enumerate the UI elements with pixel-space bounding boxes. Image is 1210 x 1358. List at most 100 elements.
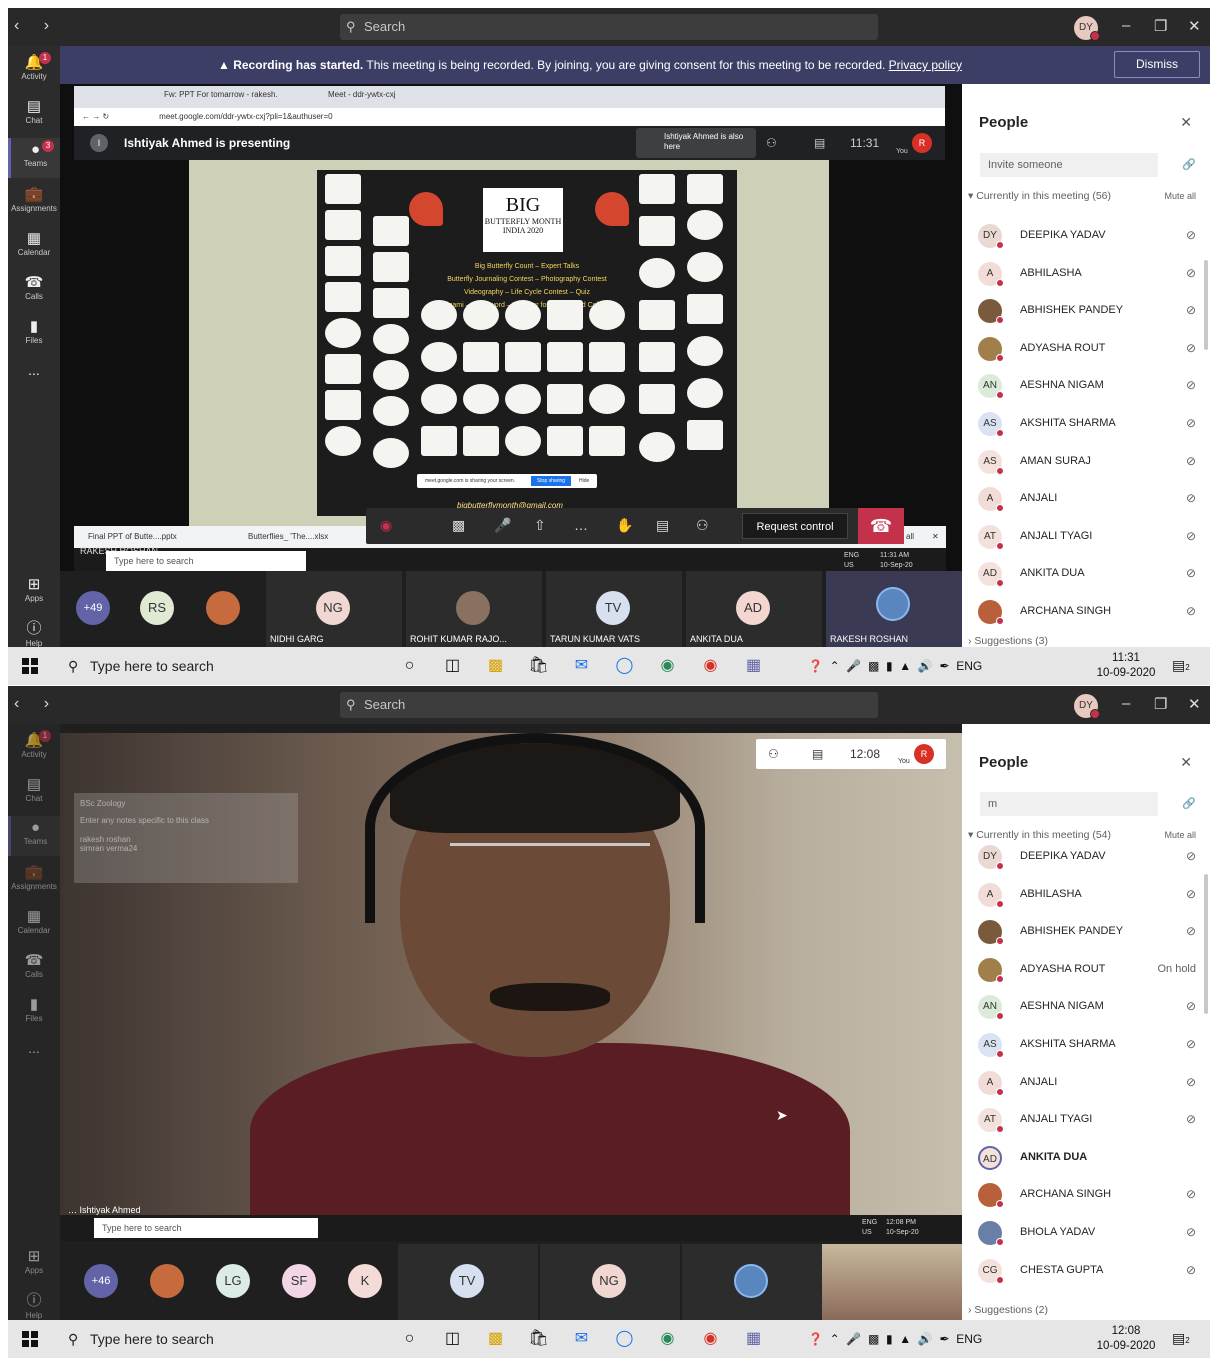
rail-chat[interactable]: ▤ Chat: [8, 94, 60, 134]
raise-hand-icon[interactable]: ✋: [616, 517, 633, 534]
participant-row[interactable]: AD ANKITA DUA ⊘: [976, 556, 1196, 593]
participant-row[interactable]: ABHISHEK PANDEY ⊘: [976, 914, 1196, 951]
people-icon[interactable]: ⚇: [768, 739, 779, 769]
participant-row[interactable]: A ANJALI ⊘: [976, 1065, 1196, 1102]
more-participants-badge[interactable]: +46: [84, 1264, 118, 1298]
taskbar-search[interactable]: ⚲ Type here to search: [60, 1320, 360, 1358]
mic-tray-icon[interactable]: 🎤: [846, 1332, 861, 1346]
windows-start-icon[interactable]: [22, 658, 38, 674]
people-icon[interactable]: ⚇: [766, 126, 777, 160]
cortana-icon[interactable]: ○: [388, 647, 431, 685]
mic-muted-icon[interactable]: ⊘: [1186, 1075, 1196, 1089]
rail-more[interactable]: ...: [8, 362, 60, 402]
mic-off-icon[interactable]: 🎤: [494, 517, 511, 534]
participant-row[interactable]: DY DEEPIKA YADAV ⊘: [976, 218, 1196, 255]
mic-muted-icon[interactable]: ⊘: [1186, 887, 1196, 901]
search-input[interactable]: ⚲ Search: [340, 14, 878, 40]
mic-muted-icon[interactable]: ⊘: [1186, 1225, 1196, 1239]
battery-icon[interactable]: ▮: [886, 1332, 893, 1346]
mic-muted-icon[interactable]: ⊘: [1186, 416, 1196, 430]
show-all-link[interactable]: all: [906, 526, 914, 548]
privacy-policy-link[interactable]: Privacy policy: [889, 58, 962, 72]
participant-row[interactable]: AD ANKITA DUA: [976, 1140, 1196, 1177]
participant-row[interactable]: ADYASHA ROUT ⊘: [976, 331, 1196, 368]
restore-icon[interactable]: ❐: [1154, 17, 1167, 35]
more-options-icon[interactable]: …: [574, 517, 588, 533]
participant-row[interactable]: AT ANJALI TYAGI ⊘: [976, 519, 1196, 556]
mic-muted-icon[interactable]: ⊘: [1186, 378, 1196, 392]
request-control-button[interactable]: Request control: [742, 513, 848, 539]
rail-apps[interactable]: ⊞ Apps: [8, 1244, 60, 1284]
mic-muted-icon[interactable]: ⊘: [1186, 341, 1196, 355]
close-panel-icon[interactable]: ✕: [1180, 114, 1192, 131]
chat-bubble-icon[interactable]: ▤: [814, 126, 825, 160]
notification-icon[interactable]: ▤2: [1172, 657, 1190, 674]
mic-muted-icon[interactable]: ⊘: [1186, 491, 1196, 505]
chevron-up-icon[interactable]: ⌃: [830, 1332, 840, 1346]
rail-teams[interactable]: ● Teams: [8, 816, 60, 856]
participant-row[interactable]: ARCHANA SINGH ⊘: [976, 1177, 1196, 1214]
chrome-icon[interactable]: ◉: [689, 647, 732, 685]
close-icon[interactable]: ✕: [1188, 17, 1201, 35]
chevron-up-icon[interactable]: ⌃: [830, 659, 840, 673]
rail-calendar[interactable]: ▦ Calendar: [8, 904, 60, 944]
participant-row[interactable]: A ABHILASHA ⊘: [976, 256, 1196, 293]
rail-files[interactable]: ▮ Files: [8, 992, 60, 1032]
edge-legacy-icon[interactable]: ◯: [603, 1320, 646, 1358]
participant-row[interactable]: A ABHILASHA ⊘: [976, 877, 1196, 914]
camera-off-icon[interactable]: ▩: [452, 517, 465, 534]
user-avatar[interactable]: DY: [1074, 16, 1100, 41]
teams-app-icon[interactable]: ▦: [732, 647, 775, 685]
share-icon[interactable]: ⇧: [534, 517, 546, 534]
rail-chat[interactable]: ▤ Chat: [8, 772, 60, 812]
download-item-xlsx[interactable]: Butterflies_ 'The....xlsx: [248, 526, 328, 548]
mic-tray-icon[interactable]: 🎤: [846, 659, 861, 673]
nav-icons[interactable]: ← → ↻: [82, 112, 109, 121]
mic-muted-icon[interactable]: ⊘: [1186, 529, 1196, 543]
mic-muted-icon[interactable]: ⊘: [1186, 924, 1196, 938]
restore-icon[interactable]: ❐: [1154, 695, 1167, 713]
wifi-icon[interactable]: ▲: [899, 659, 911, 673]
address-bar[interactable]: ← → ↻ meet.google.com/ddr-ywtx-cxj?pli=1&…: [74, 108, 945, 126]
participant-row[interactable]: ADYASHA ROUT On hold: [976, 952, 1196, 989]
participants-icon[interactable]: ⚇: [696, 517, 709, 534]
mic-muted-icon[interactable]: ⊘: [1186, 303, 1196, 317]
mic-muted-icon[interactable]: ⊘: [1186, 849, 1196, 863]
rail-files[interactable]: ▮ Files: [8, 314, 60, 354]
participant-row[interactable]: ABHISHEK PANDEY ⊘: [976, 293, 1196, 330]
participant-row[interactable]: AN AESHNA NIGAM ⊘: [976, 989, 1196, 1026]
task-view-icon[interactable]: ◫: [431, 1320, 474, 1358]
rail-calls[interactable]: ☎ Calls: [8, 948, 60, 988]
rail-calendar[interactable]: ▦ Calendar: [8, 226, 60, 266]
close-panel-icon[interactable]: ✕: [1180, 754, 1192, 771]
share-link-icon[interactable]: 🔗: [1182, 158, 1196, 171]
pen-icon[interactable]: ✒: [939, 1332, 949, 1346]
stop-sharing-button[interactable]: Stop sharing: [531, 476, 571, 486]
rail-teams[interactable]: ● 3 Teams: [8, 138, 60, 178]
close-icon[interactable]: ✕: [1188, 695, 1201, 713]
participant-row[interactable]: AS AMAN SURAJ ⊘: [976, 444, 1196, 481]
mic-muted-icon[interactable]: ⊘: [1186, 604, 1196, 618]
pen-icon[interactable]: ✒: [939, 659, 949, 673]
file-explorer-icon[interactable]: ▩: [474, 1320, 517, 1358]
language-indicator[interactable]: ENG: [956, 659, 982, 673]
rail-assignments[interactable]: 💼 Assignments: [8, 182, 60, 222]
cortana-icon[interactable]: ○: [388, 1320, 431, 1358]
task-view-icon[interactable]: ◫: [431, 647, 474, 685]
participant-row[interactable]: ARCHANA SINGH ⊘: [976, 594, 1196, 631]
edge-icon[interactable]: ◉: [646, 647, 689, 685]
scrollbar[interactable]: [1204, 260, 1208, 350]
chat-bubble-icon[interactable]: ▤: [812, 739, 823, 769]
chrome-icon[interactable]: ◉: [689, 1320, 732, 1358]
suggestions-header[interactable]: › Suggestions (3): [968, 635, 1048, 647]
rail-calls[interactable]: ☎ Calls: [8, 270, 60, 310]
user-avatar[interactable]: DY: [1074, 694, 1100, 719]
mail-icon[interactable]: ✉: [560, 647, 603, 685]
minimize-icon[interactable]: –: [1122, 695, 1130, 712]
dismiss-button[interactable]: Dismiss: [1114, 51, 1200, 78]
teams-app-icon[interactable]: ▦: [732, 1320, 775, 1358]
rail-assignments[interactable]: 💼 Assignments: [8, 860, 60, 900]
volume-icon[interactable]: 🔊: [918, 659, 933, 673]
participant-row[interactable]: AS AKSHITA SHARMA ⊘: [976, 406, 1196, 443]
edge-icon[interactable]: ◉: [646, 1320, 689, 1358]
